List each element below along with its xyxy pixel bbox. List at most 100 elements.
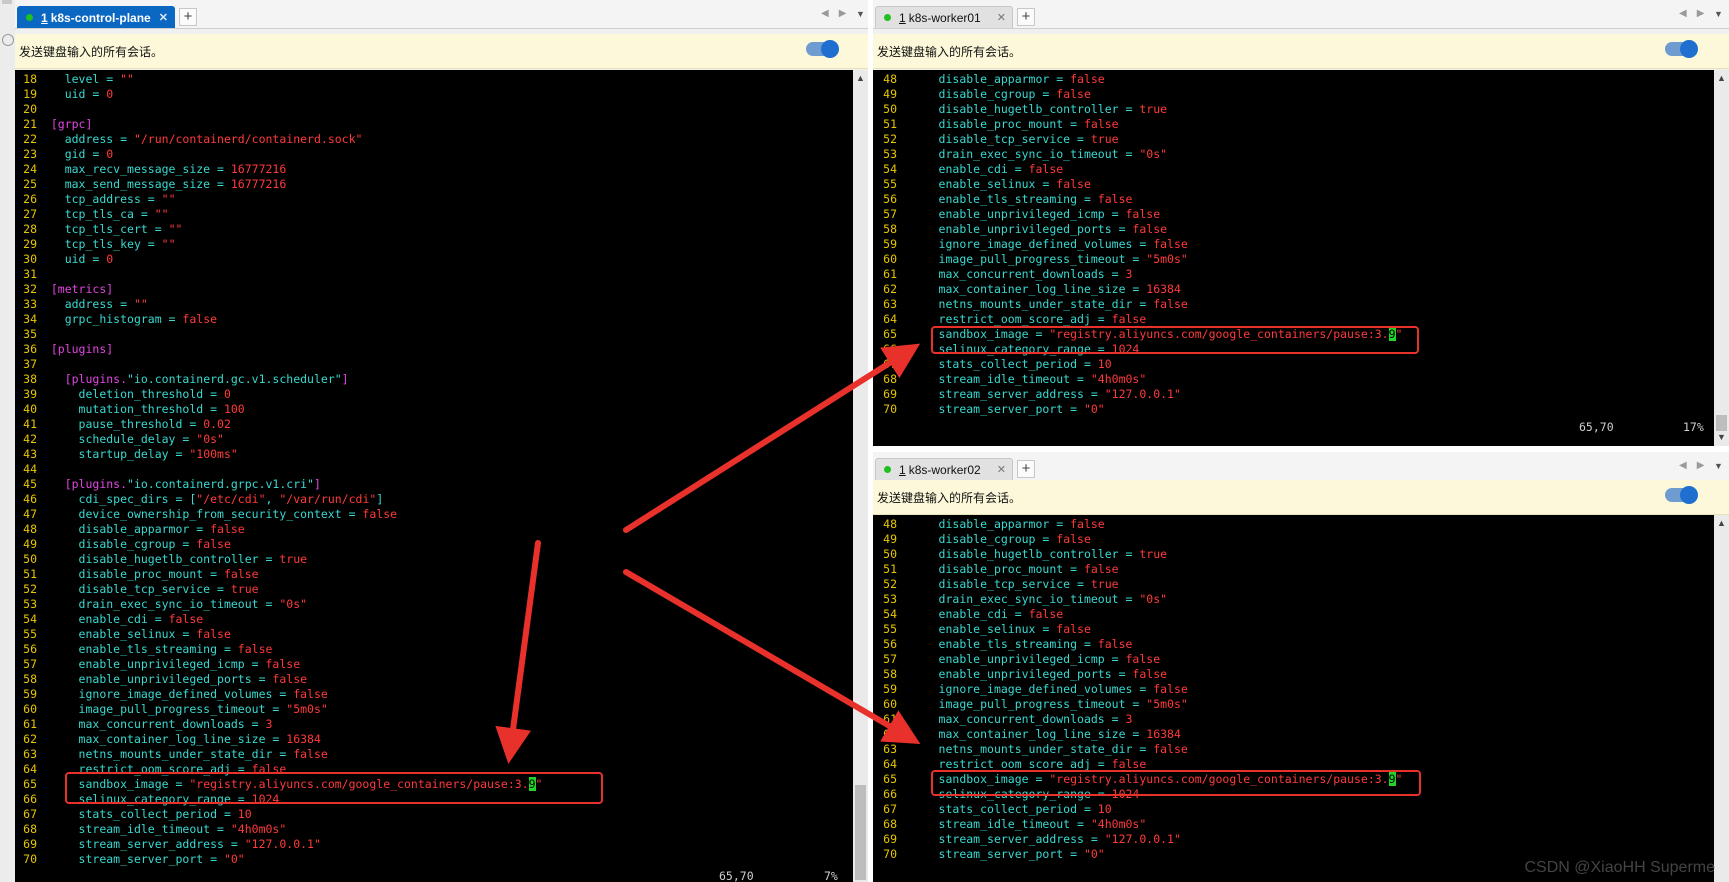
line-number: 47 [23, 507, 37, 521]
code-token: stats_collect_period = [50, 807, 238, 821]
line-number: 65 [23, 777, 37, 791]
code-token: true [1090, 132, 1119, 146]
terminal-line: 52 disable_tcp_service = true [873, 577, 1714, 592]
tab-list-dropdown-icon[interactable]: ▼ [1714, 461, 1723, 471]
highlight-box-worker02 [931, 770, 1421, 796]
send-to-all-toggle[interactable] [806, 40, 839, 58]
vertical-scrollbar[interactable]: ▲ ▼ [1714, 70, 1729, 446]
terminal-line: 22 address = "/run/containerd/containerd… [15, 132, 853, 147]
search-icon[interactable] [2, 34, 14, 46]
code-token: stream_idle_timeout = [910, 372, 1091, 386]
close-tab-icon[interactable]: ✕ [159, 11, 168, 24]
new-tab-button[interactable]: + [1017, 460, 1035, 478]
code-token: max_recv_message_size = [50, 162, 231, 176]
code-token: enable_cdi = [910, 607, 1029, 621]
tab-scroll-arrows[interactable]: ◀▶ [1679, 460, 1714, 471]
terminal-line: 26 tcp_address = "" [15, 192, 853, 207]
code-token: "/etc/cdi" [196, 492, 266, 506]
code-token: stream_server_port = [50, 852, 224, 866]
code-token: "0s" [196, 432, 224, 446]
vertical-scrollbar[interactable]: ▲ [853, 70, 868, 882]
terminal[interactable]: 18 level = "" 19 uid = 0 20 21 [grpc] 22 ad… [15, 70, 853, 882]
tab-index: 1 [41, 10, 48, 25]
terminal[interactable]: 48 disable_apparmor = false 49 disable_cg… [873, 515, 1714, 882]
tab-list-dropdown-icon[interactable]: ▼ [856, 9, 865, 19]
code-token: tcp_tls_cert = [50, 222, 169, 236]
tab-k8s-control-plane[interactable]: 1 k8s-control-plane ✕ [17, 6, 175, 28]
code-token: stream_server_address = [910, 832, 1105, 846]
terminal-line: 48 disable_apparmor = false [873, 72, 1714, 87]
code-token: 10 [1097, 802, 1112, 816]
code-token: max_container_log_line_size = [50, 732, 287, 746]
send-to-all-toggle[interactable] [1665, 40, 1698, 58]
line-number: 68 [883, 817, 897, 831]
edge-icon [2, 0, 12, 4]
code-token: netns_mounts_under_state_dir = [910, 742, 1154, 756]
terminal-line: 61 max_concurrent_downloads = 3 [873, 267, 1714, 282]
tab-k8s-worker02[interactable]: 1 k8s-worker02 ✕ [875, 458, 1013, 480]
highlight-box-worker01 [931, 326, 1419, 354]
tab-k8s-worker01[interactable]: 1 k8s-worker01 ✕ [875, 6, 1013, 28]
code-token: false [196, 537, 231, 551]
line-number: 50 [23, 552, 37, 566]
code-token: enable_selinux = [910, 177, 1057, 191]
code-token: [metrics] [50, 282, 114, 296]
line-number: 63 [883, 297, 897, 311]
line-number: 53 [23, 597, 37, 611]
send-input-banner: 发送键盘输入的所有会话。 [873, 480, 1729, 515]
cursor-position: 65,70 [719, 869, 754, 882]
tab-bar: 1 k8s-worker02 ✕ + ◀▶ ▼ [873, 452, 1729, 481]
scroll-up-arrow-icon[interactable]: ▲ [1714, 73, 1729, 83]
send-to-all-toggle[interactable] [1665, 486, 1698, 504]
banner-text: 发送键盘输入的所有会话。 [19, 45, 164, 59]
code-token: drain_exec_sync_io_timeout = [50, 597, 280, 611]
terminal-line: 69 stream_server_address = "127.0.0.1" [15, 837, 853, 852]
tab-list-dropdown-icon[interactable]: ▼ [1714, 9, 1723, 19]
terminal-line: 55 enable_selinux = false [873, 622, 1714, 637]
new-tab-button[interactable]: + [1017, 8, 1035, 26]
scroll-down-arrow-icon[interactable]: ▼ [1714, 432, 1729, 442]
close-tab-icon[interactable]: ✕ [997, 11, 1006, 24]
line-number: 33 [23, 297, 37, 311]
code-token: "0" [1083, 402, 1105, 416]
scroll-thumb[interactable] [855, 785, 866, 880]
tab-scroll-arrows[interactable]: ◀▶ [1679, 8, 1714, 19]
scroll-up-arrow-icon[interactable]: ▲ [853, 73, 868, 83]
scroll-thumb[interactable] [1716, 415, 1727, 431]
vertical-scrollbar[interactable]: ▲ [1714, 515, 1729, 882]
line-number: 28 [23, 222, 37, 236]
terminal-line: 20 [15, 102, 853, 117]
terminal[interactable]: 48 disable_apparmor = false 49 disable_cg… [873, 70, 1714, 446]
code-token: disable_tcp_service = [910, 577, 1091, 591]
code-token: 16384 [1146, 282, 1181, 296]
terminal-line: 68 stream_idle_timeout = "4h0m0s" [873, 817, 1714, 832]
code-token: false [1125, 207, 1161, 221]
code-token: false [1070, 72, 1105, 86]
scroll-percent: 17% [1683, 420, 1704, 434]
line-number: 67 [883, 357, 897, 371]
line-number: 46 [23, 492, 37, 506]
terminal-line: 58 enable_unprivileged_ports = false [873, 667, 1714, 682]
left-window-edge [0, 0, 16, 882]
close-tab-icon[interactable]: ✕ [997, 463, 1006, 476]
tab-scroll-arrows[interactable]: ◀▶ [821, 8, 856, 19]
line-number: 20 [23, 102, 37, 116]
terminal-line: 50 disable_hugetlb_controller = true [15, 552, 853, 567]
line-number: 49 [23, 537, 37, 551]
line-number: 63 [883, 742, 897, 756]
code-token: false [1125, 652, 1161, 666]
terminal-line: 40 mutation_threshold = 100 [15, 402, 853, 417]
line-number: 59 [883, 682, 897, 696]
terminal-line: 59 ignore_image_defined_volumes = false [873, 682, 1714, 697]
scroll-up-arrow-icon[interactable]: ▲ [1714, 518, 1729, 528]
code-token: "" [133, 297, 148, 311]
code-token: "/run/containerd/containerd.sock" [133, 132, 363, 146]
line-number: 29 [23, 237, 37, 251]
new-tab-button[interactable]: + [179, 8, 197, 26]
terminal-lines: 18 level = "" 19 uid = 0 20 21 [grpc] 22 ad… [15, 72, 853, 867]
code-token: schedule_delay = [50, 432, 197, 446]
code-token: 0 [106, 87, 114, 101]
code-token: "4h0m0s" [1090, 372, 1147, 386]
tab-bar: 1 k8s-worker01 ✕ + ◀▶ ▼ [873, 0, 1729, 29]
code-token: "" [161, 237, 176, 251]
